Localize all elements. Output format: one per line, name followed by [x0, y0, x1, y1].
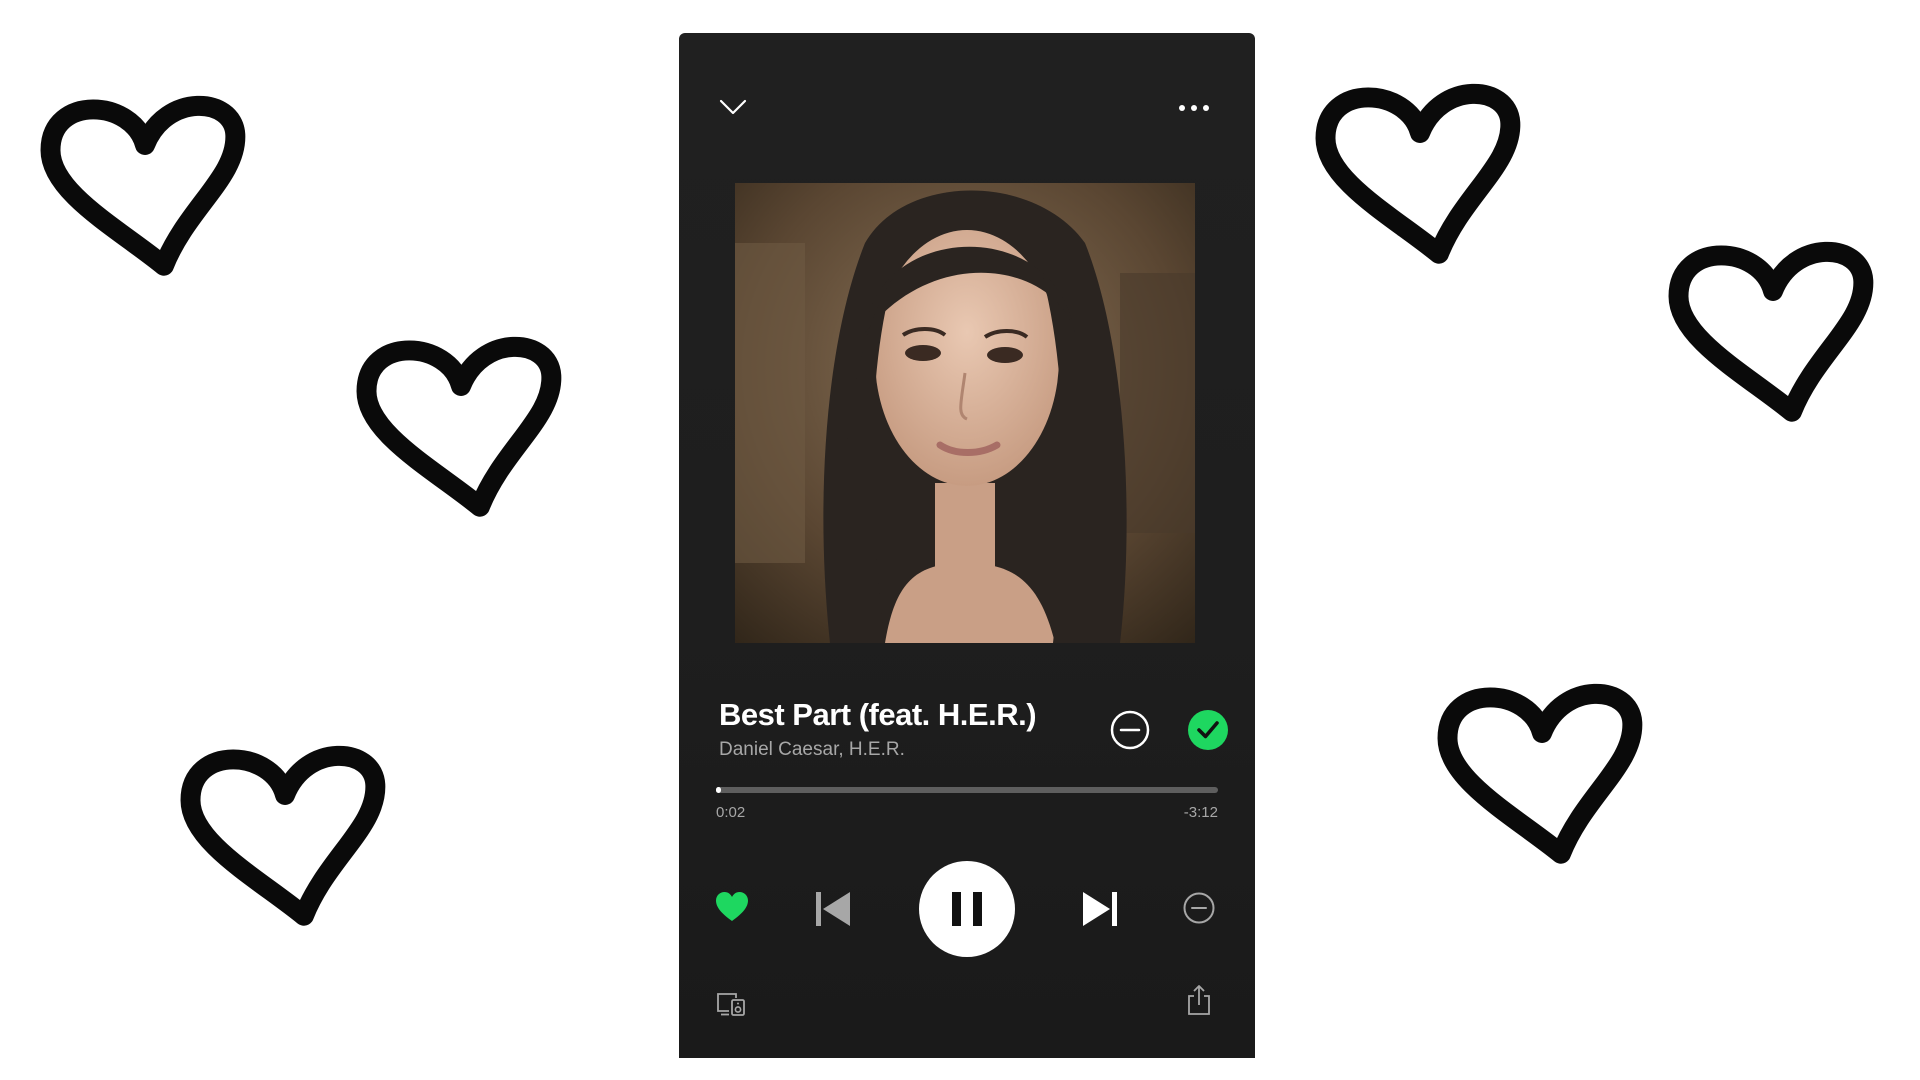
more-options-button[interactable] [1177, 101, 1211, 113]
connect-devices-button[interactable] [716, 991, 746, 1017]
minus-circle-icon [1183, 892, 1215, 924]
collapse-button[interactable] [717, 93, 749, 121]
heart-doodle-icon [1315, 80, 1525, 270]
like-button[interactable] [715, 891, 749, 923]
heart-icon [716, 892, 748, 921]
share-button[interactable] [1186, 984, 1212, 1016]
heart-doodle-icon [180, 742, 390, 932]
chevron-down-icon [719, 99, 747, 115]
previous-track-button[interactable] [814, 889, 852, 929]
skip-previous-icon [816, 892, 850, 926]
heart-doodle-icon [40, 92, 250, 282]
time-elapsed: 0:02 [716, 804, 746, 821]
track-artist[interactable]: Daniel Caesar, H.E.R. [719, 739, 905, 761]
pause-button[interactable] [919, 861, 1015, 957]
devices-icon [717, 993, 745, 1016]
skip-next-icon [1083, 892, 1117, 926]
now-playing-screen: Best Part (feat. H.E.R.) Daniel Caesar, … [679, 33, 1255, 1058]
more-options-icon [1179, 105, 1209, 111]
minus-circle-icon [1110, 710, 1150, 750]
hide-song-button[interactable] [1108, 708, 1152, 752]
album-art [735, 183, 1195, 643]
saved-to-library-button[interactable] [1186, 708, 1230, 752]
progress-bar[interactable] [716, 787, 1218, 793]
checkmark-circle-icon [1188, 710, 1228, 750]
pause-icon [952, 892, 982, 926]
next-track-button[interactable] [1081, 889, 1119, 929]
time-remaining: -3:12 [1183, 804, 1218, 821]
hide-button[interactable] [1182, 891, 1216, 925]
heart-doodle-icon [1668, 238, 1878, 428]
share-icon [1188, 985, 1210, 1015]
heart-doodle-icon [1437, 680, 1647, 870]
heart-doodle-icon [356, 333, 566, 523]
progress-bar-fill [716, 787, 722, 793]
track-title[interactable]: Best Part (feat. H.E.R.) [719, 697, 1037, 733]
